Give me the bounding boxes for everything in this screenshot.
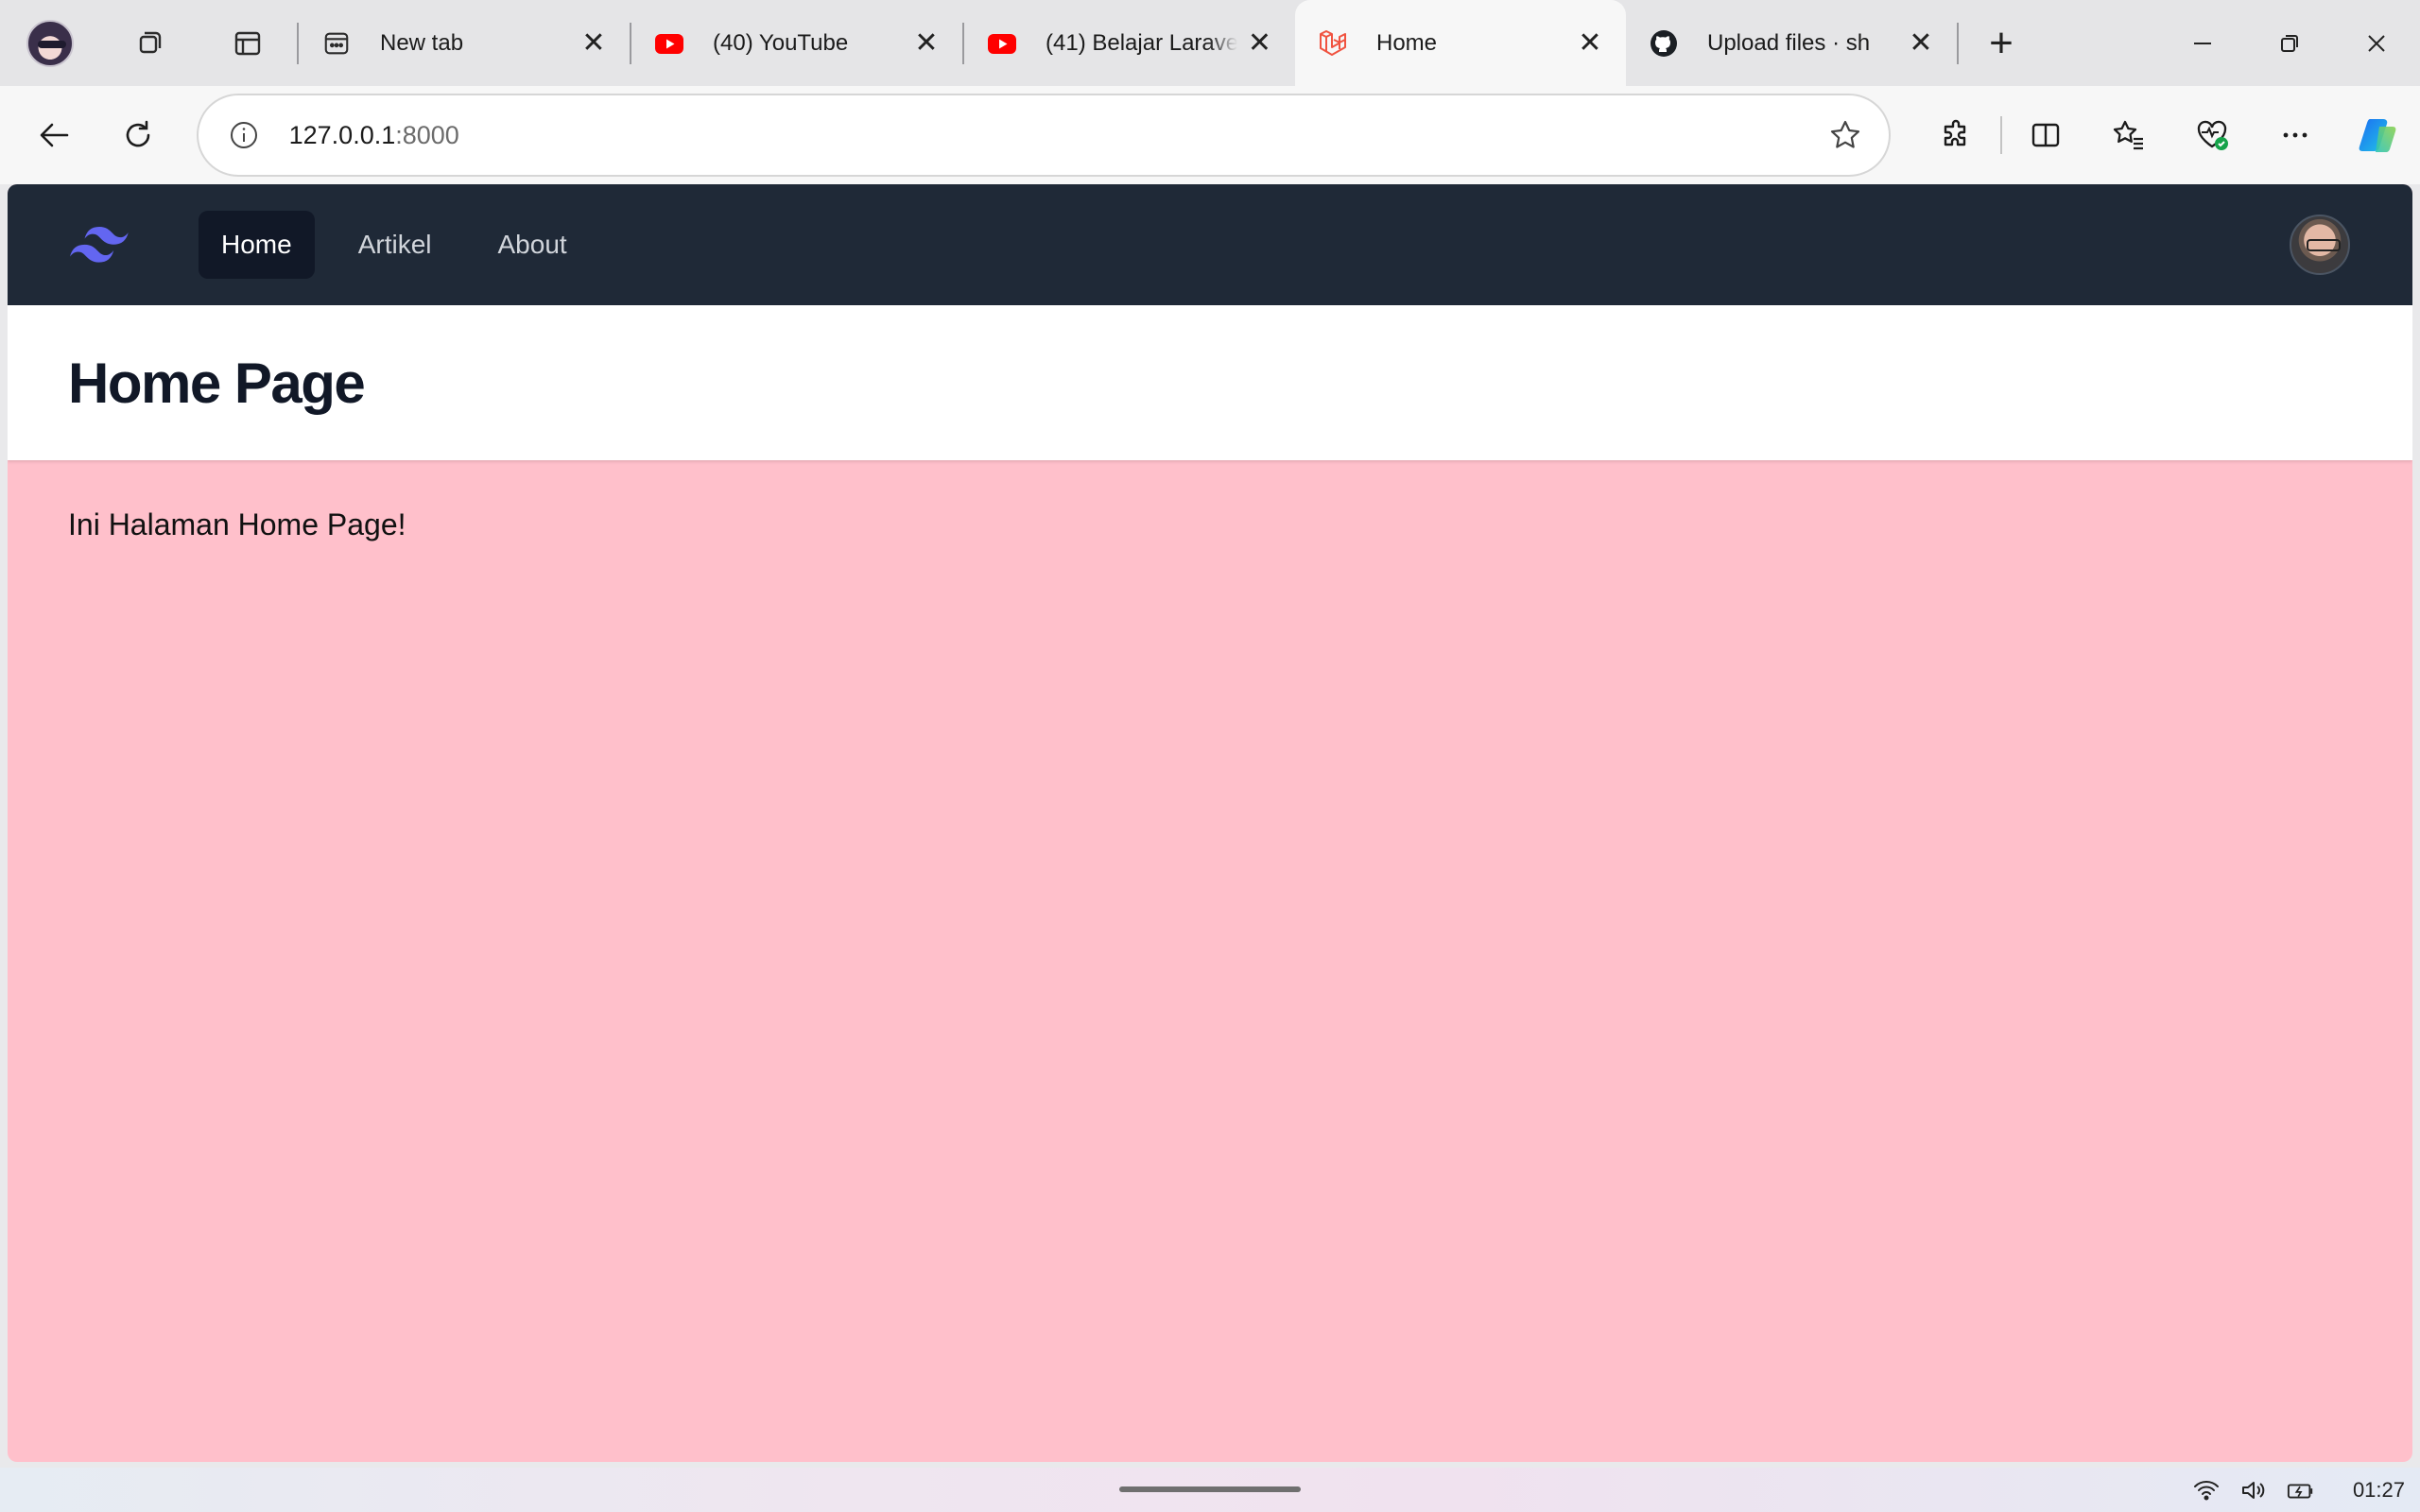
workspaces-icon <box>139 31 162 53</box>
toolbar-separator <box>2000 116 2002 154</box>
youtube-icon <box>987 28 1017 59</box>
wifi-icon[interactable] <box>2192 1476 2221 1504</box>
tab-title: (40) YouTube <box>713 29 849 56</box>
address-url[interactable]: 127.0.0.1:8000 <box>289 121 1826 150</box>
close-icon <box>2368 34 2385 52</box>
tab-title: Home <box>1376 29 1438 56</box>
tab-actions-icon <box>234 31 261 55</box>
laravel-icon <box>1318 28 1348 59</box>
site-logo-icon[interactable] <box>70 225 129 265</box>
nav-link-about[interactable]: About <box>475 211 590 279</box>
split-screen-button[interactable] <box>2004 94 2087 177</box>
tab-title: New tab <box>380 29 464 56</box>
browser-essentials-icon <box>2197 120 2228 150</box>
copilot-icon <box>2359 119 2396 152</box>
nav-link-home[interactable]: Home <box>199 211 315 279</box>
copilot-button[interactable] <box>2337 94 2420 177</box>
refresh-icon <box>126 120 150 147</box>
new-tab-button[interactable]: + <box>1959 0 2044 86</box>
volume-icon[interactable] <box>2239 1476 2268 1504</box>
taskbar-home-indicator[interactable] <box>1119 1486 1301 1492</box>
page-main-content: Ini Halaman Home Page! <box>8 460 2412 590</box>
user-avatar[interactable] <box>2290 215 2350 275</box>
tab-title: (41) Belajar Laravel <box>1046 29 1237 56</box>
browser-tab-belajar-laravel[interactable]: (41) Belajar Laravel ✕ <box>964 0 1295 86</box>
page-title: Home Page <box>68 351 366 415</box>
browser-tab-home[interactable]: Home ✕ <box>1295 0 1626 86</box>
close-tab-icon[interactable]: ✕ <box>580 27 607 59</box>
tabstrip-left-controls <box>0 0 297 86</box>
close-tab-icon[interactable]: ✕ <box>1577 27 1603 59</box>
system-taskbar: 01:27 <box>0 1468 2420 1512</box>
workspaces-button[interactable] <box>100 0 199 86</box>
browser-tab-github[interactable]: Upload files · sh ✕ <box>1626 0 1957 86</box>
plus-icon: + <box>1989 19 2014 66</box>
browser-tab-strip: New tab ✕ (40) YouTube ✕ (41) Belajar La… <box>0 0 2420 86</box>
youtube-icon <box>654 28 684 59</box>
minimize-icon <box>2194 42 2211 44</box>
address-bar[interactable]: 127.0.0.1:8000 <box>196 94 1891 177</box>
site-info-icon[interactable] <box>227 118 261 152</box>
tab-title: Upload files · sh <box>1707 29 1871 56</box>
site-nav-links: Home Artikel About <box>199 211 590 279</box>
minimize-button[interactable] <box>2159 0 2246 86</box>
extensions-icon <box>1944 119 1966 146</box>
page-viewport: Home Artikel About Home Page Ini Halaman… <box>8 184 2412 1462</box>
browser-profile-button[interactable] <box>0 0 100 86</box>
github-icon <box>1649 28 1679 59</box>
favorites-icon <box>2113 120 2143 150</box>
split-screen-icon <box>2031 123 2060 147</box>
browser-toolbar: 127.0.0.1:8000 <box>0 86 2420 184</box>
page-body-text: Ini Halaman Home Page! <box>68 507 406 541</box>
restore-icon <box>2281 34 2298 52</box>
battery-charging-icon[interactable] <box>2287 1476 2315 1504</box>
system-tray: 01:27 <box>2192 1476 2420 1504</box>
toolbar-right-actions <box>1915 94 2420 177</box>
site-navbar: Home Artikel About <box>8 184 2412 305</box>
browser-tab-youtube[interactable]: (40) YouTube ✕ <box>631 0 962 86</box>
more-options-button[interactable] <box>2254 94 2337 177</box>
more-icon <box>2283 132 2308 138</box>
url-host: 127.0.0.1 <box>288 120 396 149</box>
close-tab-icon[interactable]: ✕ <box>913 27 940 59</box>
browser-tab-new-tab[interactable]: New tab ✕ <box>299 0 630 86</box>
taskbar-clock[interactable]: 01:27 <box>2353 1478 2405 1503</box>
newtab-icon <box>321 28 352 59</box>
profile-avatar <box>26 19 74 67</box>
close-window-button[interactable] <box>2333 0 2420 86</box>
restore-button[interactable] <box>2246 0 2333 86</box>
refresh-button[interactable] <box>96 94 180 177</box>
browser-essentials-button[interactable] <box>2170 94 2254 177</box>
url-port: :8000 <box>395 120 459 149</box>
back-arrow-icon <box>40 123 69 147</box>
window-controls <box>2159 0 2420 86</box>
back-button[interactable] <box>13 94 96 177</box>
extensions-button[interactable] <box>1915 94 1998 177</box>
favorites-button[interactable] <box>2087 94 2170 177</box>
favorite-star-icon[interactable] <box>1826 116 1864 154</box>
nav-link-artikel[interactable]: Artikel <box>336 211 455 279</box>
page-header: Home Page <box>8 305 2412 460</box>
vertical-tabs-button[interactable] <box>199 0 297 86</box>
close-tab-icon[interactable]: ✕ <box>1247 27 1272 59</box>
close-tab-icon[interactable]: ✕ <box>1908 27 1934 59</box>
